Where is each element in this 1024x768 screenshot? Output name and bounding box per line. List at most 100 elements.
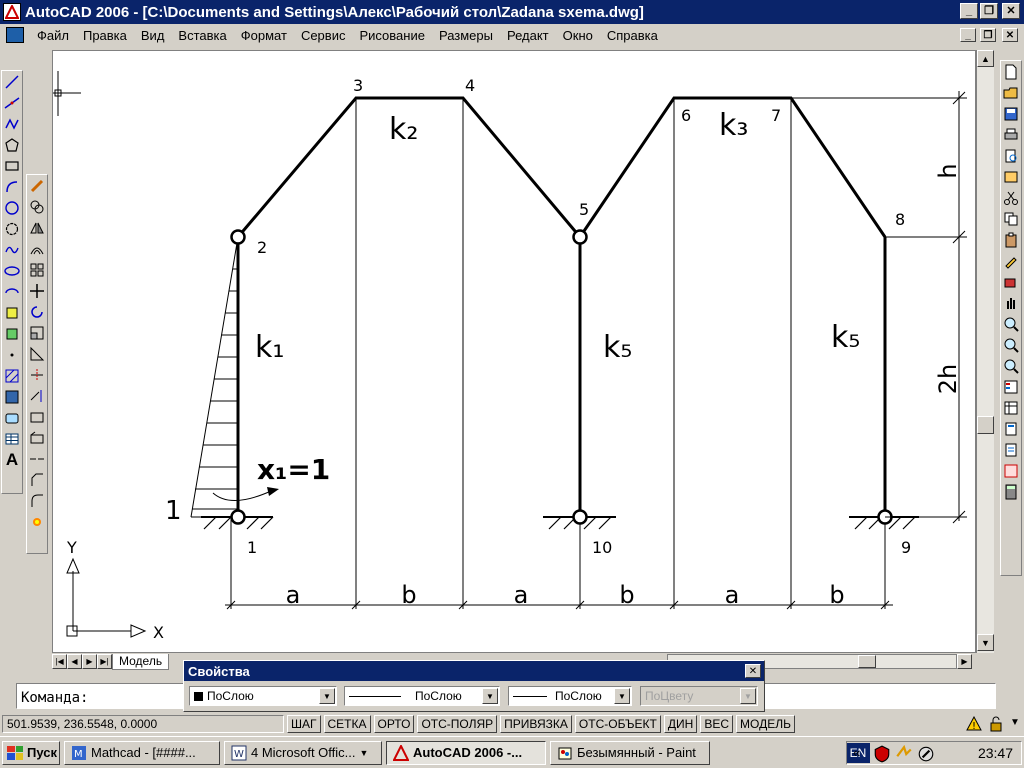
construction-line-icon[interactable] [2,92,22,113]
next-tab-button[interactable]: ▶ [82,654,97,669]
minimize-button[interactable]: _ [960,3,978,19]
chevron-down-icon[interactable]: ▼ [319,688,335,704]
scale-tool-icon[interactable] [27,322,47,343]
vertical-scrollbar[interactable]: ▲ ▼ [976,50,994,653]
point-tool-icon[interactable] [2,344,22,365]
autocad-app-icon[interactable] [3,3,21,21]
model-toggle[interactable]: МОДЕЛЬ [736,715,795,733]
grid-toggle[interactable]: СЕТКА [323,715,371,733]
zoom-window-icon[interactable] [1001,334,1021,355]
plot-preview-icon[interactable] [1001,145,1021,166]
task-autocad[interactable]: AutoCAD 2006 -... [386,740,546,765]
table-tool-icon[interactable] [2,428,22,449]
hatch-tool-icon[interactable] [2,365,22,386]
snap-toggle[interactable]: ШАГ [287,715,321,733]
polar-toggle[interactable]: ОТС-ПОЛЯР [417,715,498,733]
spline-tool-icon[interactable] [2,239,22,260]
menu-help[interactable]: Справка [600,28,665,43]
menu-insert[interactable]: Вставка [171,28,233,43]
new-file-icon[interactable] [1001,61,1021,82]
scroll-up-button[interactable]: ▲ [977,50,994,67]
title-bar[interactable]: AutoCAD 2006 - [C:\Documents and Setting… [0,0,1024,24]
close-button[interactable]: ✕ [1002,3,1020,19]
task-office[interactable]: W 4 Microsoft Offic... ▼ [224,740,382,765]
scroll-thumb[interactable] [977,416,994,434]
task-mathcad[interactable]: M Mathcad - [####... [64,740,220,765]
lock-icon[interactable] [988,716,1004,732]
arc-tool-icon[interactable] [2,176,22,197]
menu-tools[interactable]: Сервис [294,28,353,43]
copy-tool-icon[interactable] [27,196,47,217]
multiline-text-icon[interactable]: A [2,449,22,470]
block-editor-icon[interactable] [1001,271,1021,292]
horizontal-scroll-thumb[interactable] [858,655,876,668]
tray-expand-icon[interactable]: « [853,745,860,760]
insert-block-icon[interactable] [2,302,22,323]
tab-model[interactable]: Модель [112,653,170,670]
markup-icon[interactable] [1001,460,1021,481]
osnap-toggle[interactable]: ПРИВЯЗКА [500,715,572,733]
break-at-point-icon[interactable] [27,427,47,448]
comm-center-icon[interactable]: ! [966,715,982,732]
polyline-tool-icon[interactable] [2,113,22,134]
paste-icon[interactable] [1001,229,1021,250]
doc-restore-button[interactable]: ❐ [980,28,996,42]
print-icon[interactable] [1001,124,1021,145]
gradient-tool-icon[interactable] [2,386,22,407]
make-block-icon[interactable] [2,323,22,344]
linetype-combo[interactable]: ПоСлою ▼ [344,686,500,706]
scroll-down-button[interactable]: ▼ [977,634,994,651]
properties-toolbar-title[interactable]: Свойства [184,661,764,681]
trim-tool-icon[interactable] [27,364,47,385]
break-tool-icon[interactable] [27,406,47,427]
menu-dimension[interactable]: Размеры [432,28,500,43]
chevron-down-icon[interactable]: ▼ [614,688,630,704]
ortho-toggle[interactable]: ОРТО [373,715,415,733]
polygon-tool-icon[interactable] [2,134,22,155]
first-tab-button[interactable]: |◀ [52,654,67,669]
menu-format[interactable]: Формат [234,28,294,43]
line-tool-icon[interactable] [2,71,22,92]
join-tool-icon[interactable] [27,448,47,469]
ellipse-tool-icon[interactable] [2,260,22,281]
dyn-toggle[interactable]: ДИН [663,715,698,733]
array-tool-icon[interactable] [27,259,47,280]
save-icon[interactable] [1001,103,1021,124]
region-tool-icon[interactable] [2,407,22,428]
network-tray-icon[interactable] [895,745,913,763]
scroll-right-button[interactable]: ▶ [957,654,972,669]
clock[interactable]: 23:47 [978,745,1013,761]
menu-window[interactable]: Окно [556,28,600,43]
prev-tab-button[interactable]: ◀ [67,654,82,669]
pan-icon[interactable] [1001,292,1021,313]
offset-tool-icon[interactable] [27,238,47,259]
erase-tool-icon[interactable] [27,175,47,196]
menu-modify[interactable]: Редакт [500,28,556,43]
otrack-toggle[interactable]: ОТС-ОБЪЕКТ [574,715,661,733]
restore-button[interactable]: ❐ [980,3,998,19]
document-icon[interactable] [6,27,24,43]
zoom-previous-icon[interactable] [1001,355,1021,376]
menu-draw[interactable]: Рисование [352,28,431,43]
status-menu-icon[interactable]: ▼ [1010,717,1020,728]
ellipse-arc-icon[interactable] [2,281,22,302]
tray-tool-icon[interactable] [917,745,935,763]
menu-edit[interactable]: Правка [76,28,134,43]
publish-icon[interactable] [1001,166,1021,187]
rectangle-tool-icon[interactable] [2,155,22,176]
extend-tool-icon[interactable] [27,385,47,406]
copy-icon[interactable] [1001,208,1021,229]
rotate-tool-icon[interactable] [27,301,47,322]
quickcalc-icon[interactable] [1001,481,1021,502]
doc-close-button[interactable]: ✕ [1002,28,1018,42]
design-center-icon[interactable] [1001,397,1021,418]
zoom-realtime-icon[interactable] [1001,313,1021,334]
chevron-down-icon[interactable]: ▼ [482,688,498,704]
color-combo[interactable]: ПоСлою ▼ [189,686,337,706]
chamfer-tool-icon[interactable] [27,469,47,490]
explode-tool-icon[interactable] [27,511,47,532]
properties-icon[interactable] [1001,376,1021,397]
menu-view[interactable]: Вид [134,28,172,43]
menu-file[interactable]: Файл [30,28,76,43]
mirror-tool-icon[interactable] [27,217,47,238]
